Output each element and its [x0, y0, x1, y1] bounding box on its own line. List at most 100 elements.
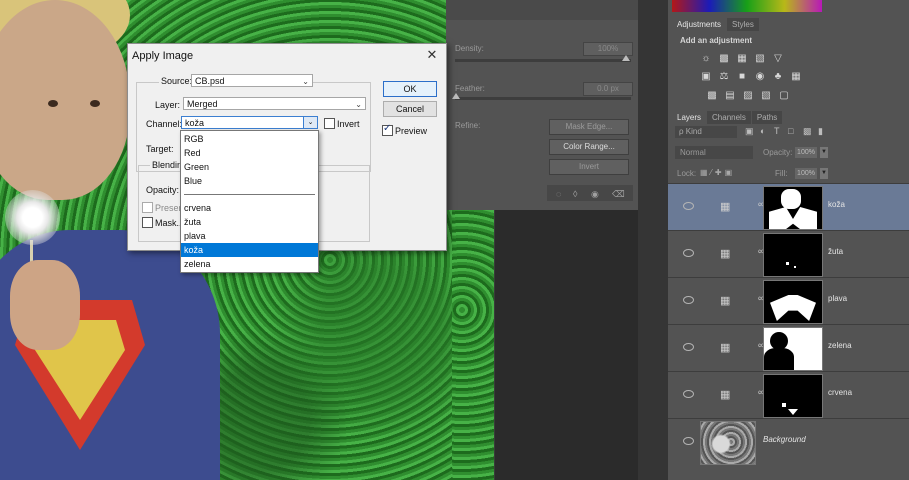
opacity-field[interactable]: 100% [795, 147, 817, 158]
blend-mode-select[interactable]: Normal [675, 146, 753, 159]
invert-checkbox[interactable] [324, 118, 335, 129]
photo-child-eye [48, 100, 58, 107]
channel-option-green[interactable]: Green [181, 160, 318, 174]
layer-row-zelena[interactable]: ▦ ∞ zelena [668, 324, 909, 371]
tab-styles[interactable]: Styles [727, 18, 759, 31]
channel-option-zelena[interactable]: zelena [181, 257, 318, 271]
adjustment-layer-icon: ▦ [720, 295, 731, 307]
mask-checkbox[interactable] [142, 217, 153, 228]
feather-field[interactable]: 0.0 px [583, 82, 633, 96]
invert-button[interactable]: Invert [549, 159, 629, 175]
channel-option-blue[interactable]: Blue [181, 174, 318, 188]
fill-field[interactable]: 100% [795, 168, 817, 179]
background-thumbnail[interactable] [700, 421, 756, 465]
source-value: CB.psd [195, 76, 225, 86]
mask-shape [782, 403, 786, 407]
color-range-button[interactable]: Color Range... [549, 139, 629, 155]
tab-adjustments[interactable]: Adjustments [672, 18, 727, 31]
posterize-icon[interactable]: ▤ [724, 90, 736, 101]
preserve-transparency-checkbox[interactable] [142, 202, 153, 213]
layer-mask-thumbnail[interactable] [763, 280, 823, 324]
layer-row-zuta[interactable]: ▦ ∞ žuta [668, 230, 909, 277]
layer-row-crvena[interactable]: ▦ ∞ crvena [668, 371, 909, 418]
eye-icon[interactable] [683, 202, 694, 210]
channel-option-red[interactable]: Red [181, 146, 318, 160]
threshold-icon[interactable]: ▨ [742, 90, 754, 101]
fill-dropdown-icon[interactable]: ▼ [820, 168, 828, 179]
layer-name: crvena [828, 388, 853, 397]
filter-toggle-icon[interactable]: ▮ [818, 126, 823, 137]
brightness-icon[interactable]: ☼ [700, 53, 712, 64]
color-balance-icon[interactable]: ⚖ [718, 71, 730, 82]
source-select[interactable]: CB.psd ⌄ [191, 74, 313, 87]
filter-pixel-icon[interactable]: ▣ [745, 126, 754, 137]
tab-channels[interactable]: Channels [707, 111, 751, 124]
layer-kind-filter[interactable]: ρ Kind [675, 126, 737, 138]
mask-edge-button[interactable]: Mask Edge... [549, 119, 629, 135]
opacity-dropdown-icon[interactable]: ▼ [820, 147, 828, 158]
color-lookup-icon[interactable]: ▦ [790, 71, 802, 82]
filter-adjustment-icon[interactable]: ◐ [760, 126, 765, 136]
chevron-down-icon: ⌄ [303, 117, 317, 128]
vibrance-icon[interactable]: ▽ [772, 53, 784, 64]
channel-option-plava[interactable]: plava [181, 229, 318, 243]
layer-row-plava[interactable]: ▦ ∞ plava [668, 277, 909, 324]
invert-icon[interactable]: ▩ [706, 90, 718, 101]
invert-label: Invert [337, 119, 360, 129]
load-selection-icon[interactable]: ◌ [556, 189, 561, 199]
channel-option-koza[interactable]: koža [181, 243, 318, 257]
close-icon[interactable]: ✕ [425, 47, 439, 63]
preview-label: Preview [395, 126, 428, 136]
feather-slider[interactable] [455, 97, 631, 100]
channel-mixer-icon[interactable]: ♣ [772, 71, 784, 82]
black-white-icon[interactable]: ■ [736, 71, 748, 82]
source-label: Source: [159, 76, 195, 86]
trash-icon[interactable]: ⌫ [612, 189, 625, 200]
density-slider[interactable] [455, 59, 631, 62]
layer-mask-thumbnail[interactable] [763, 186, 823, 230]
apply-mask-icon[interactable]: ◊ [573, 189, 577, 199]
channel-option-zuta[interactable]: žuta [181, 215, 318, 229]
filter-smart-object-icon[interactable]: ▩ [803, 126, 812, 137]
eye-icon[interactable] [683, 343, 694, 351]
layer-mask-thumbnail[interactable] [763, 327, 823, 371]
gradient-map-icon[interactable]: ▧ [760, 90, 772, 101]
layer-row-background[interactable]: Background [668, 418, 909, 471]
channel-option-crvena[interactable]: crvena [181, 201, 318, 215]
eye-icon[interactable] [683, 249, 694, 257]
layer-mask-thumbnail[interactable] [763, 233, 823, 277]
ok-button[interactable]: OK [383, 81, 437, 97]
hue-saturation-icon[interactable]: ▣ [700, 71, 712, 82]
mask-shape [788, 409, 798, 415]
eye-icon[interactable] [683, 390, 694, 398]
density-field[interactable]: 100% [583, 42, 633, 56]
layer-mask-thumbnail[interactable] [763, 374, 823, 418]
channel-value: koža [185, 118, 205, 128]
panel-gutter [638, 0, 668, 480]
filter-shape-icon[interactable]: □ [788, 126, 793, 136]
eye-icon[interactable] [683, 437, 694, 445]
density-slider-knob[interactable] [622, 55, 630, 61]
photo-filter-icon[interactable]: ◉ [754, 71, 766, 82]
exposure-icon[interactable]: ▧ [754, 53, 766, 64]
eye-icon[interactable] [683, 296, 694, 304]
curves-icon[interactable]: ▦ [736, 53, 748, 64]
color-swatch-strip[interactable] [672, 0, 822, 12]
channel-option-rgb[interactable]: RGB [181, 132, 318, 146]
preview-checkbox[interactable] [382, 123, 393, 136]
feather-slider-knob[interactable] [452, 93, 460, 99]
filter-type-icon[interactable]: T [774, 126, 780, 136]
lock-icons[interactable]: ▦⁄✚▣ [700, 168, 735, 177]
visibility-icon[interactable]: ◉ [591, 189, 599, 200]
channel-select[interactable]: koža ⌄ [181, 116, 318, 129]
fill-label: Fill: [775, 169, 788, 178]
layer-select[interactable]: Merged ⌄ [183, 97, 366, 110]
adjustment-layer-icon: ▦ [720, 342, 731, 354]
tab-layers[interactable]: Layers [672, 111, 707, 124]
target-label: Target: [146, 144, 174, 154]
tab-paths[interactable]: Paths [751, 111, 783, 124]
layer-row-koza[interactable]: ▦ ∞ koža [668, 183, 909, 230]
levels-icon[interactable]: ▩ [718, 53, 730, 64]
selective-color-icon[interactable]: ▢ [778, 90, 790, 101]
cancel-button[interactable]: Cancel [383, 101, 437, 117]
